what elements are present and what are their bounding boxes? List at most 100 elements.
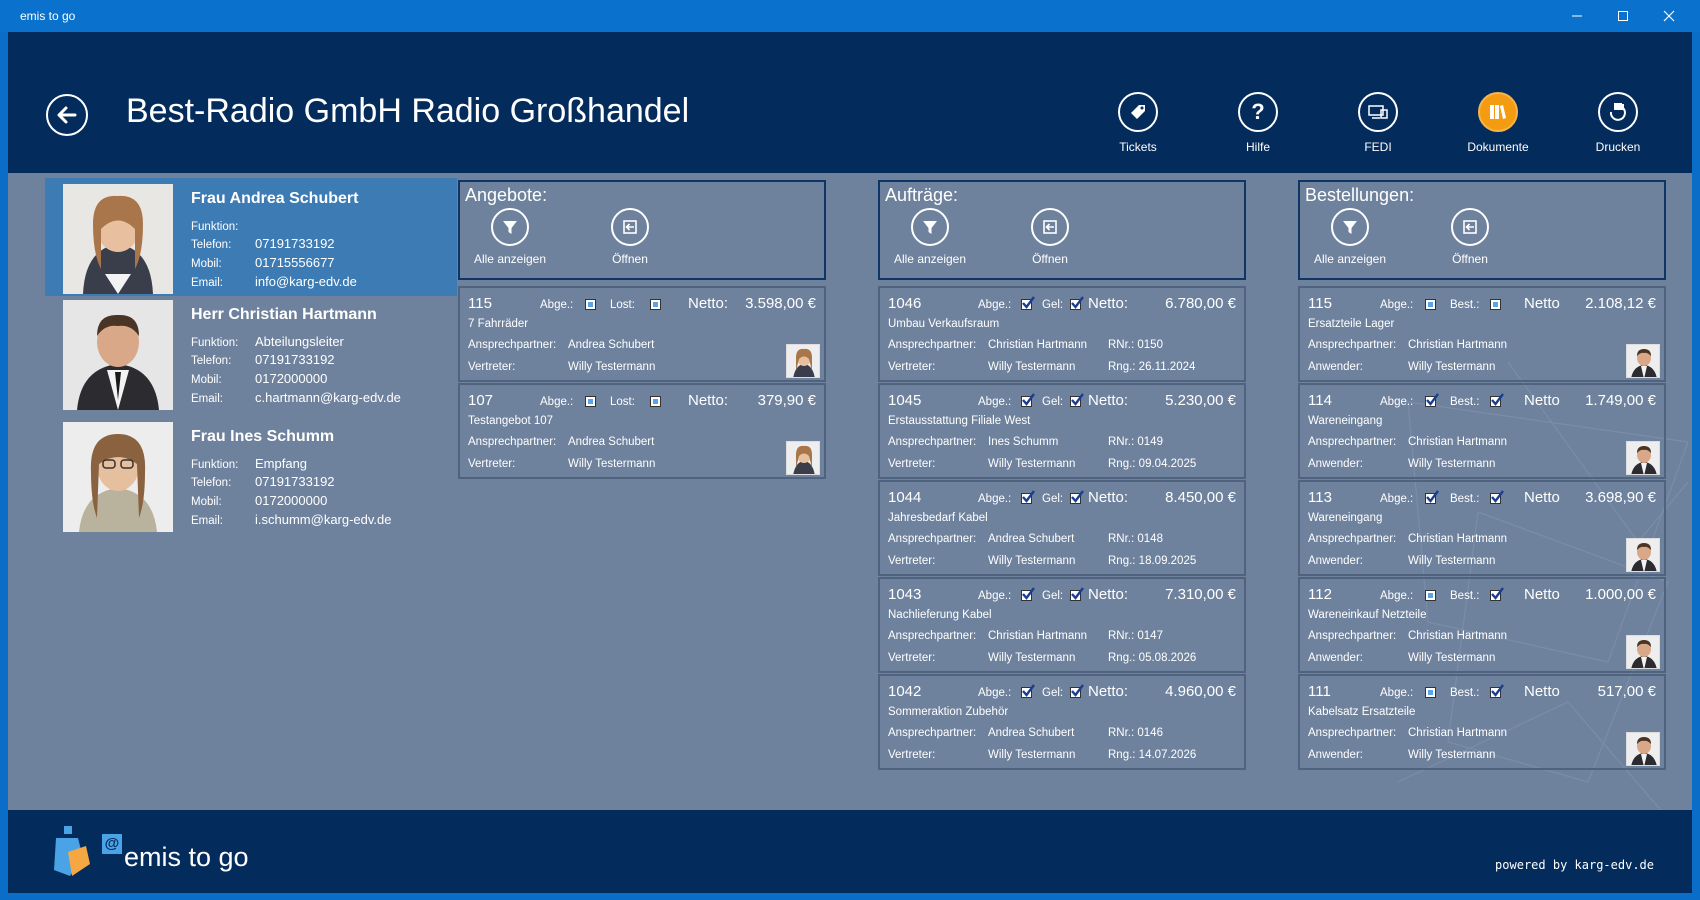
- bestellung-card[interactable]: 115 Abge.: Best.: Netto 2.108,12 € Ersatzteil…: [1298, 286, 1666, 382]
- document-number: 115: [468, 295, 492, 312]
- invoice-date: Rng.: 05.08.2026: [1108, 652, 1197, 664]
- maximize-button[interactable]: [1600, 0, 1646, 32]
- show-all-label: Alle anzeigen: [1313, 252, 1387, 266]
- checkbox-checked[interactable]: [1070, 587, 1084, 601]
- checkbox-unchecked[interactable]: [650, 299, 661, 310]
- netto-amount: 6.780,00 €: [1165, 295, 1236, 312]
- documents-button[interactable]: Dokumente: [1443, 92, 1553, 154]
- back-button[interactable]: [46, 94, 88, 136]
- contact-card[interactable]: Herr Christian Hartmann Funktion: Abteilu…: [45, 300, 457, 418]
- document-number: 1045: [888, 392, 922, 409]
- netto-amount: 1.749,00 €: [1585, 392, 1656, 409]
- checkbox-unchecked[interactable]: [1425, 590, 1436, 601]
- description: Wareneingang: [1308, 415, 1383, 427]
- checkbox-checked[interactable]: [1490, 684, 1504, 698]
- bestellung-card[interactable]: 112 Abge.: Best.: Netto 1.000,00 € Wareneinka…: [1298, 577, 1666, 673]
- auftrag-card[interactable]: 1046 Abge.: Gel: Netto: 6.780,00 € Umbau Verk…: [878, 286, 1246, 382]
- vertreter-label: Vertreter:: [888, 555, 936, 567]
- netto-amount: 8.450,00 €: [1165, 489, 1236, 506]
- checkbox-checked[interactable]: [1490, 490, 1504, 504]
- ansprech-value: Andrea Schubert: [568, 436, 655, 448]
- checkbox-unchecked[interactable]: [650, 396, 661, 407]
- bestellung-card[interactable]: 111 Abge.: Best.: Netto 517,00 € Kabelsatz Er…: [1298, 674, 1666, 770]
- checkbox-checked[interactable]: [1021, 490, 1035, 504]
- help-button[interactable]: ? Hilfe: [1203, 92, 1313, 154]
- contact-function: Funktion:: [191, 221, 239, 233]
- checkbox-checked[interactable]: [1021, 296, 1035, 310]
- contact-email: Email: i.schumm@karg-edv.de: [191, 512, 392, 527]
- minimize-button[interactable]: [1554, 0, 1600, 32]
- auftraege-show-all-button[interactable]: Alle anzeigen: [880, 208, 980, 266]
- netto-amount: 7.310,00 €: [1165, 586, 1236, 603]
- anwender-label: Anwender:: [1308, 458, 1363, 470]
- filter-icon: [911, 208, 949, 246]
- ansprech-value: Andrea Schubert: [988, 533, 1075, 545]
- auftrag-card[interactable]: 1043 Abge.: Gel: Netto: 7.310,00 € Nachliefer…: [878, 577, 1246, 673]
- checkbox-unchecked[interactable]: [1490, 299, 1501, 310]
- angebote-open-button[interactable]: Öffnen: [580, 208, 680, 266]
- invoice-number: RNr.: 0150: [1108, 339, 1163, 351]
- abge-label: Abge.:: [1380, 396, 1414, 408]
- contact-mobile: Mobil: 0172000000: [191, 371, 328, 386]
- auftrag-card[interactable]: 1045 Abge.: Gel: Netto: 5.230,00 € Erstaussta…: [878, 383, 1246, 479]
- checkbox-checked[interactable]: [1070, 684, 1084, 698]
- netto-amount: 2.108,12 €: [1585, 295, 1656, 312]
- close-button[interactable]: [1646, 0, 1692, 32]
- contact-card[interactable]: Frau Ines Schumm Funktion: Empfang Telefo…: [45, 422, 457, 540]
- bestellungen-open-button[interactable]: Öffnen: [1420, 208, 1520, 266]
- angebot-card[interactable]: 107 Abge.: Lost: Netto: 379,90 € Testangebot …: [458, 383, 826, 479]
- angebote-title: Angebote:: [465, 185, 548, 205]
- netto-label: Netto:: [1088, 586, 1129, 603]
- ansprech-label: Ansprechpartner:: [1308, 533, 1397, 545]
- vertreter-label: Vertreter:: [888, 652, 936, 664]
- contact-email: Email: c.hartmann@karg-edv.de: [191, 390, 401, 405]
- auftrag-card[interactable]: 1042 Abge.: Gel: Netto: 4.960,00 € Sommerakti…: [878, 674, 1246, 770]
- checkbox-unchecked[interactable]: [1425, 687, 1436, 698]
- angebot-card[interactable]: 115 Abge.: Lost: Netto: 3.598,00 € 7 Fahrräde…: [458, 286, 826, 382]
- ansprech-value: Christian Hartmann: [988, 630, 1088, 642]
- checkbox-checked[interactable]: [1021, 587, 1035, 601]
- checkbox-checked[interactable]: [1070, 296, 1084, 310]
- angebote-show-all-button[interactable]: Alle anzeigen: [460, 208, 560, 266]
- netto-label: Netto:: [1088, 392, 1129, 409]
- checkbox-checked[interactable]: [1490, 587, 1504, 601]
- checkbox-checked[interactable]: [1070, 393, 1084, 407]
- auftrag-card[interactable]: 1044 Abge.: Gel: Netto: 8.450,00 € Jahresbeda…: [878, 480, 1246, 576]
- ansprech-value: Andrea Schubert: [988, 727, 1075, 739]
- contact-mobile: Mobil: 0172000000: [191, 493, 328, 508]
- vertreter-label: Vertreter:: [468, 458, 516, 470]
- checkbox-checked[interactable]: [1425, 490, 1439, 504]
- footer: @ emis to go powered by karg-edv.de: [8, 810, 1692, 893]
- checkbox-unchecked[interactable]: [1425, 299, 1436, 310]
- print-button[interactable]: Drucken: [1563, 92, 1673, 154]
- bestellung-card[interactable]: 114 Abge.: Best.: Netto 1.749,00 € Wareneinga…: [1298, 383, 1666, 479]
- netto-label: Netto: [1524, 489, 1560, 506]
- description: Sommeraktion Zubehör: [888, 706, 1009, 718]
- bestellung-card[interactable]: 113 Abge.: Best.: Netto 3.698,90 € Wareneinga…: [1298, 480, 1666, 576]
- checkbox-checked[interactable]: [1021, 684, 1035, 698]
- bestellungen-panel: Bestellungen: Alle anzeigen Öffnen: [1298, 180, 1666, 280]
- bestellungen-show-all-button[interactable]: Alle anzeigen: [1300, 208, 1400, 266]
- checkbox-checked[interactable]: [1425, 393, 1439, 407]
- ansprech-label: Ansprechpartner:: [1308, 339, 1397, 351]
- anwender-label: Anwender:: [1308, 652, 1363, 664]
- books-icon: [1478, 92, 1518, 132]
- tickets-button[interactable]: Tickets: [1083, 92, 1193, 154]
- fedi-button[interactable]: FEDI: [1323, 92, 1433, 154]
- auftraege-open-button[interactable]: Öffnen: [1000, 208, 1100, 266]
- netto-amount: 1.000,00 €: [1585, 586, 1656, 603]
- anwender-value: Willy Testermann: [1408, 555, 1496, 567]
- checkbox-unchecked[interactable]: [585, 299, 596, 310]
- contact-card[interactable]: Frau Andrea Schubert Funktion: Telefon: 0…: [45, 178, 457, 296]
- document-number: 115: [1308, 295, 1332, 312]
- netto-amount: 5.230,00 €: [1165, 392, 1236, 409]
- bestellungen-title: Bestellungen:: [1305, 185, 1415, 205]
- checkbox-unchecked[interactable]: [585, 396, 596, 407]
- checkbox-checked[interactable]: [1490, 393, 1504, 407]
- ansprech-label: Ansprechpartner:: [888, 339, 977, 351]
- checkbox-checked[interactable]: [1070, 490, 1084, 504]
- checkbox-checked[interactable]: [1021, 393, 1035, 407]
- ansprech-value: Ines Schumm: [988, 436, 1059, 448]
- abge-label: Abge.:: [1380, 299, 1414, 311]
- show-all-label: Alle anzeigen: [893, 252, 967, 266]
